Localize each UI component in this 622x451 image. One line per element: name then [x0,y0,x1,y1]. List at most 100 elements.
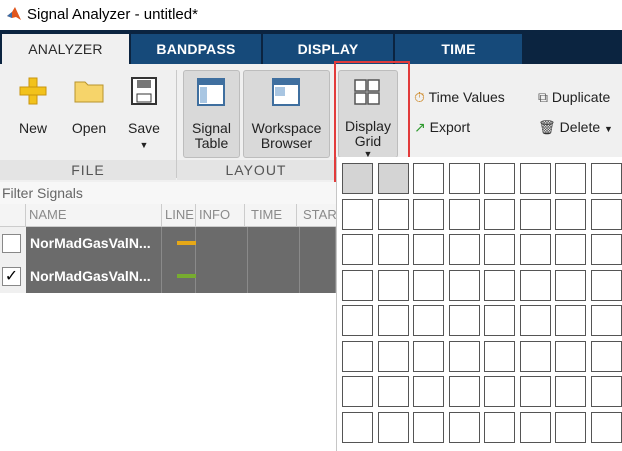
grid-cell[interactable] [591,305,622,336]
export-button[interactable]: ↗ Export [414,120,524,135]
grid-cell[interactable] [484,234,515,265]
grid-cell[interactable] [378,376,409,407]
grid-cell[interactable] [555,412,586,443]
title-bar: Signal Analyzer - untitled* [0,0,622,30]
grid-cell[interactable] [484,341,515,372]
toolstrip-tabs: ANALYZER BANDPASS DISPLAY TIME [0,30,622,64]
grid-cell[interactable] [520,341,551,372]
grid-cell[interactable] [378,305,409,336]
new-button[interactable]: New [10,76,56,138]
grid-cell[interactable] [378,341,409,372]
grid-cell[interactable] [555,234,586,265]
signal-table-label-line1: Signal [192,120,231,136]
signal-table-button[interactable]: Signal Table [183,70,240,158]
signal-name: NorMadGasValN... [26,227,162,260]
grid-cell[interactable] [520,376,551,407]
grid-cell[interactable] [413,376,444,407]
tab-analyzer[interactable]: ANALYZER [2,34,129,64]
grid-cell[interactable] [484,412,515,443]
grid-cell[interactable] [378,234,409,265]
file-group-label: FILE [0,160,176,180]
column-start[interactable]: STAR [300,204,337,226]
grid-cell[interactable] [413,270,444,301]
grid-cell[interactable] [449,376,480,407]
grid-cell[interactable] [413,305,444,336]
grid-cell[interactable] [342,163,373,194]
save-dropdown-arrow-icon[interactable]: ▼ [121,138,167,153]
table-row[interactable]: ✓ NorMadGasValN... [0,260,336,293]
grid-cell[interactable] [484,163,515,194]
delete-dropdown-arrow-icon[interactable]: ▼ [604,124,613,134]
column-name[interactable]: NAME [26,204,162,226]
grid-cell[interactable] [484,376,515,407]
grid-cell[interactable] [449,199,480,230]
grid-cell[interactable] [449,270,480,301]
column-line[interactable]: LINE [162,204,196,226]
save-button[interactable]: Save ▼ [121,76,167,152]
duplicate-button[interactable]: ⧉ Duplicate [538,90,622,105]
filter-signals-input[interactable]: Filter Signals [0,182,338,204]
grid-cell[interactable] [484,270,515,301]
grid-cell[interactable] [591,199,622,230]
grid-cell[interactable] [413,234,444,265]
open-button[interactable]: Open [66,76,112,138]
column-info[interactable]: INFO [196,204,245,226]
grid-cell[interactable] [378,412,409,443]
workspace-browser-button[interactable]: Workspace Browser [243,70,330,158]
window-title: Signal Analyzer - untitled* [27,6,198,23]
layout-group-label: LAYOUT [177,160,335,180]
grid-cell[interactable] [342,270,373,301]
grid-cell[interactable] [378,163,409,194]
grid-cell[interactable] [555,376,586,407]
signal-checkbox-checked[interactable]: ✓ [2,267,21,286]
grid-cell[interactable] [342,376,373,407]
time-values-button[interactable]: ⏱ Time Values [414,90,524,105]
grid-cell[interactable] [413,412,444,443]
grid-cell[interactable] [342,305,373,336]
grid-cell[interactable] [413,199,444,230]
grid-cell[interactable] [555,341,586,372]
grid-cell[interactable] [342,234,373,265]
grid-cell[interactable] [378,199,409,230]
grid-cell[interactable] [378,270,409,301]
grid-cell[interactable] [520,305,551,336]
signal-start-cell [300,227,336,260]
grid-cell[interactable] [449,412,480,443]
tab-display[interactable]: DISPLAY [263,34,393,64]
grid-cell[interactable] [520,234,551,265]
table-row[interactable]: NorMadGasValN... [0,227,336,260]
grid-cell[interactable] [555,199,586,230]
signal-line-cell [162,260,197,293]
grid-cell[interactable] [555,270,586,301]
tab-time[interactable]: TIME [395,34,522,64]
grid-cell[interactable] [591,234,622,265]
grid-cell[interactable] [520,163,551,194]
grid-cell[interactable] [342,412,373,443]
grid-cell[interactable] [484,199,515,230]
grid-cell[interactable] [449,163,480,194]
column-time[interactable]: TIME [248,204,297,226]
grid-cell[interactable] [449,341,480,372]
signal-info-cell [196,227,248,260]
grid-cell[interactable] [520,270,551,301]
grid-cell[interactable] [591,163,622,194]
signal-checkbox[interactable] [2,234,21,253]
grid-cell[interactable] [449,305,480,336]
grid-cell[interactable] [413,163,444,194]
tab-bandpass[interactable]: BANDPASS [131,34,261,64]
delete-button[interactable]: 🗑 Delete ▼ [538,120,622,137]
grid-cell[interactable] [555,305,586,336]
grid-cell[interactable] [449,234,480,265]
grid-cell[interactable] [591,376,622,407]
grid-cell[interactable] [342,199,373,230]
grid-cell[interactable] [413,341,444,372]
grid-cell[interactable] [555,163,586,194]
grid-cell[interactable] [520,199,551,230]
grid-cell[interactable] [591,412,622,443]
grid-cell[interactable] [591,270,622,301]
grid-cell[interactable] [484,305,515,336]
grid-cell[interactable] [342,341,373,372]
signal-start-cell [300,260,336,293]
grid-cell[interactable] [591,341,622,372]
grid-cell[interactable] [520,412,551,443]
